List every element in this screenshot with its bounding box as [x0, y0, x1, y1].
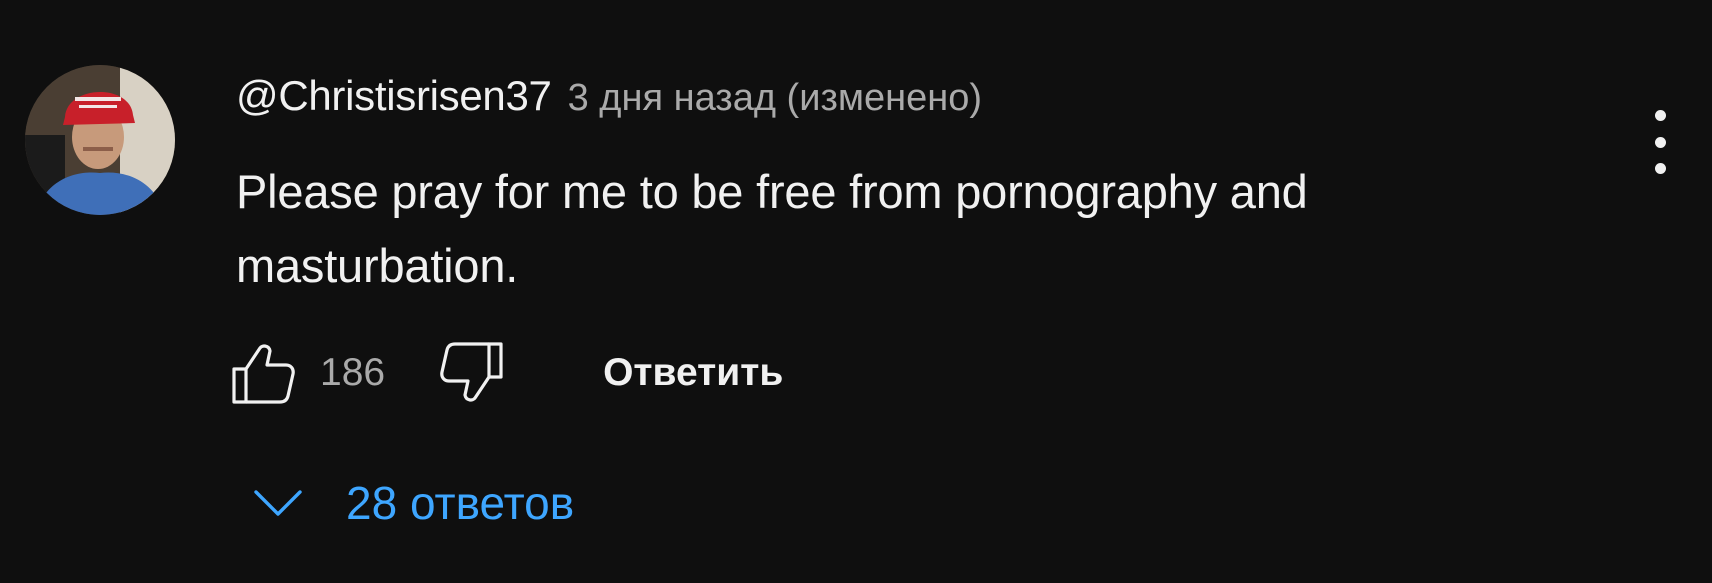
- avatar-image: [25, 65, 175, 215]
- comment-timestamp[interactable]: 3 дня назад (изменено): [568, 77, 982, 120]
- show-replies-button[interactable]: 28 ответов: [250, 468, 574, 538]
- dislike-button[interactable]: [435, 338, 507, 408]
- reply-button[interactable]: Ответить: [603, 351, 783, 395]
- thumbs-up-icon: [232, 344, 295, 404]
- comment-text: Please pray for me to be free from porno…: [236, 165, 1308, 292]
- chevron-down-icon: [250, 483, 306, 523]
- more-options-button[interactable]: [1640, 110, 1680, 174]
- thumbs-down-icon: [440, 342, 503, 402]
- comment-actions: 186 Ответить: [228, 338, 783, 408]
- like-count: 186: [320, 351, 386, 394]
- replies-count-label: 28 ответов: [346, 477, 575, 529]
- more-vertical-icon-dot-2: [1654, 136, 1666, 148]
- avatar[interactable]: [25, 65, 175, 215]
- author-name[interactable]: @Christisrisen37: [236, 72, 552, 120]
- like-button[interactable]: [228, 338, 300, 408]
- more-vertical-icon: [1654, 110, 1666, 121]
- comment-header: @Christisrisen37 3 дня назад (изменено): [236, 72, 982, 120]
- more-vertical-icon-dot-3: [1654, 163, 1666, 174]
- comment: @Christisrisen37 3 дня назад (изменено) …: [0, 0, 1712, 583]
